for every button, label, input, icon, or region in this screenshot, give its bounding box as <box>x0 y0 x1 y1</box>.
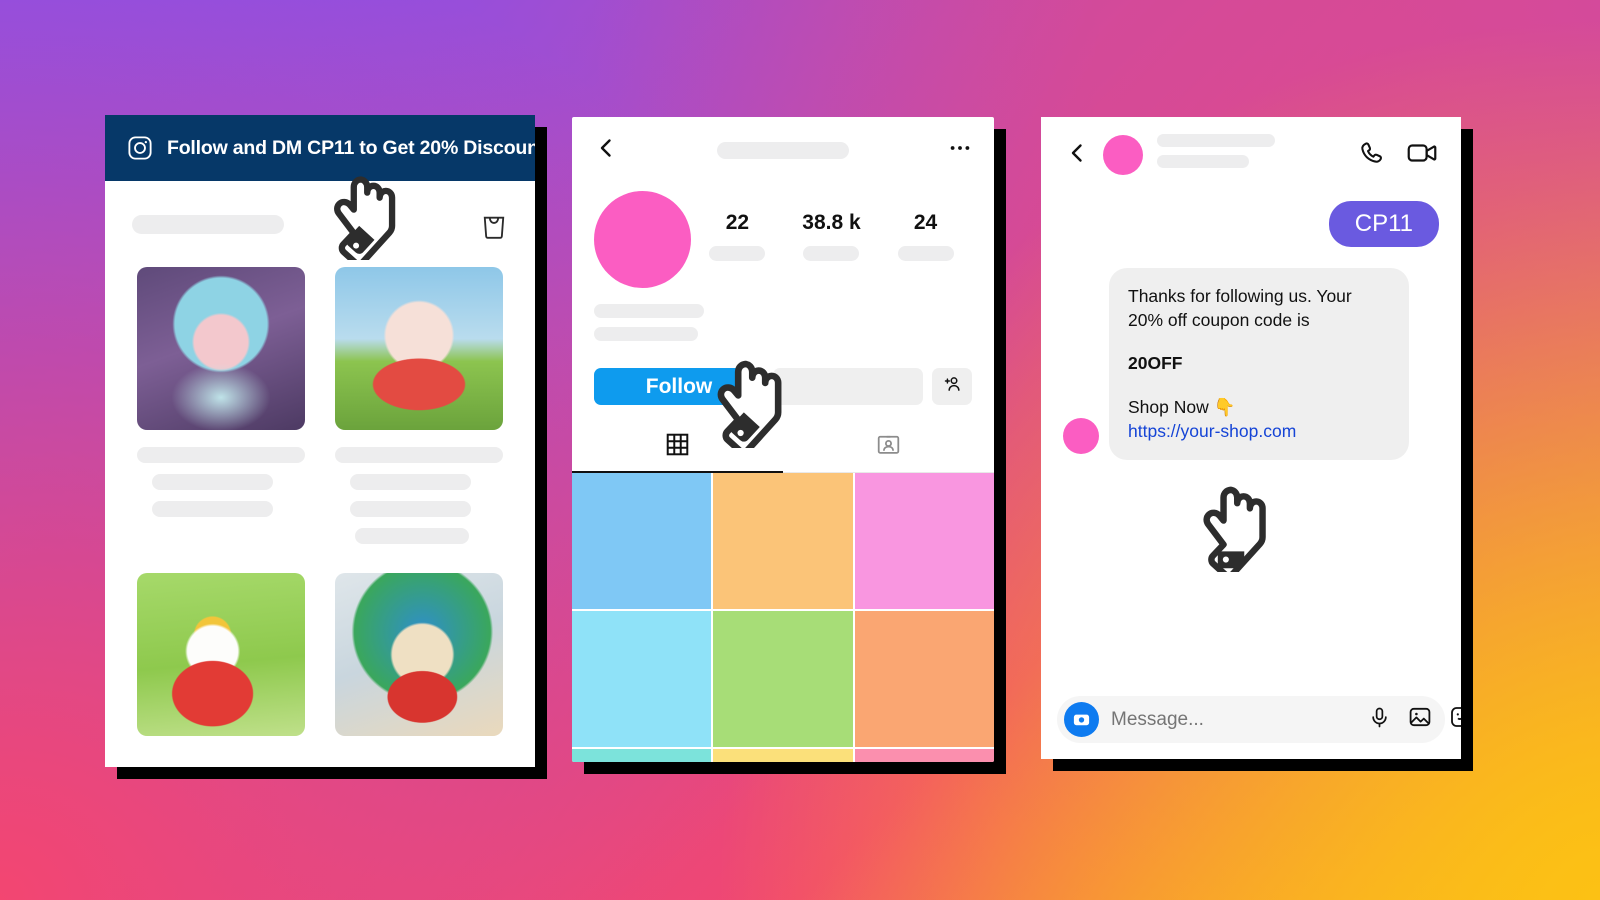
incoming-message-row: Thanks for following us. Your 20% off co… <box>1063 268 1439 461</box>
product-card[interactable] <box>335 573 503 736</box>
stat-value: 24 <box>913 211 938 234</box>
grid-icon <box>665 432 690 462</box>
profile-summary: 22 38.8 k 24 <box>572 183 994 288</box>
shop-topbar <box>117 181 523 267</box>
phone-call-icon[interactable] <box>1359 140 1385 171</box>
product-grid-row-2 <box>117 573 523 736</box>
instagram-shop-feed-panel: Follow and DM CP11 to Get 20% Discount <box>105 115 535 767</box>
product-image[interactable] <box>335 267 503 430</box>
stat-value: 38.8 k <box>802 211 861 234</box>
microphone-icon[interactable] <box>1368 706 1391 734</box>
stat-label-skeleton <box>897 246 954 261</box>
instagram-profile-panel: 22 38.8 k 24 Follow <box>572 117 994 762</box>
sender-avatar[interactable] <box>1063 418 1099 455</box>
video-camera-icon[interactable] <box>1407 140 1437 171</box>
message-bubble-incoming[interactable]: Thanks for following us. Your 20% off co… <box>1109 268 1409 461</box>
grid-cell[interactable] <box>854 611 994 747</box>
message-button[interactable] <box>773 368 923 405</box>
message-line-2: 20% off coupon code is <box>1128 309 1310 330</box>
avatar[interactable] <box>594 191 691 288</box>
profile-tabs <box>572 423 994 473</box>
sticker-icon[interactable] <box>1449 705 1461 734</box>
message-input-actions <box>1368 705 1461 734</box>
product-image[interactable] <box>335 573 503 736</box>
tab-grid[interactable] <box>572 423 783 472</box>
active-tab-underline <box>572 470 783 473</box>
tab-tagged[interactable] <box>783 423 994 472</box>
outgoing-message-row: CP11 <box>1063 201 1439 247</box>
add-person-icon <box>942 374 962 399</box>
profile-username-skeleton <box>717 141 849 159</box>
stat-label-skeleton <box>709 246 766 261</box>
image-gallery-icon[interactable] <box>1408 705 1432 734</box>
grid-cell[interactable] <box>572 749 712 762</box>
product-card[interactable] <box>137 573 305 736</box>
grid-cell[interactable] <box>854 749 994 762</box>
message-bubble-outgoing[interactable]: CP11 <box>1328 201 1439 247</box>
camera-icon[interactable] <box>1064 702 1099 737</box>
profile-actions: Follow <box>572 350 994 405</box>
search-input[interactable] <box>132 214 284 234</box>
follow-button[interactable]: Follow <box>594 368 764 405</box>
product-text-skeleton <box>335 430 503 544</box>
shop-feed-body <box>105 181 535 767</box>
profile-photo-grid <box>572 473 994 762</box>
shop-link[interactable]: https://your-shop.com <box>1128 420 1390 444</box>
stat-label-skeleton <box>803 246 860 261</box>
grid-cell[interactable] <box>713 473 853 609</box>
avatar[interactable] <box>1103 135 1143 175</box>
dm-contact-skeleton <box>1157 134 1345 176</box>
product-card[interactable] <box>137 267 305 555</box>
stat-followers[interactable]: 38.8 k <box>802 211 861 261</box>
add-person-button[interactable] <box>932 368 972 405</box>
grid-cell[interactable] <box>572 473 712 609</box>
stat-value: 22 <box>725 211 750 234</box>
product-card[interactable] <box>335 267 503 555</box>
chevron-left-icon[interactable] <box>594 136 618 165</box>
dm-thread: CP11 Thanks for following us. Your 20% o… <box>1041 193 1461 461</box>
dm-header <box>1041 117 1461 193</box>
tagged-person-icon <box>876 432 901 462</box>
grid-cell[interactable] <box>572 611 712 747</box>
dm-header-actions <box>1359 140 1437 171</box>
promo-banner: Follow and DM CP11 to Get 20% Discount <box>105 115 535 181</box>
shop-now-label: Shop Now 👇 <box>1128 396 1236 417</box>
chevron-left-icon[interactable] <box>1065 141 1089 170</box>
product-grid <box>117 267 523 555</box>
coupon-code: 20OFF <box>1128 353 1183 374</box>
grid-cell[interactable] <box>713 749 853 762</box>
product-image[interactable] <box>137 573 305 736</box>
more-options-icon[interactable] <box>948 136 972 165</box>
product-text-skeleton <box>137 430 305 517</box>
profile-stats: 22 38.8 k 24 <box>691 191 972 261</box>
profile-header <box>572 117 994 183</box>
stat-following[interactable]: 24 <box>897 211 954 261</box>
instagram-icon <box>127 135 153 161</box>
product-image[interactable] <box>137 267 305 430</box>
stat-posts[interactable]: 22 <box>709 211 766 261</box>
shopping-bag-icon[interactable] <box>480 209 508 239</box>
message-input[interactable] <box>1111 708 1356 731</box>
grid-cell[interactable] <box>854 473 994 609</box>
profile-bio-skeleton <box>572 288 994 341</box>
message-input-bar <box>1057 696 1461 743</box>
message-line-1: Thanks for following us. Your <box>1128 286 1352 306</box>
grid-cell[interactable] <box>713 611 853 747</box>
direct-message-panel: CP11 Thanks for following us. Your 20% o… <box>1041 117 1461 759</box>
promo-banner-text: Follow and DM CP11 to Get 20% Discount <box>167 136 535 159</box>
